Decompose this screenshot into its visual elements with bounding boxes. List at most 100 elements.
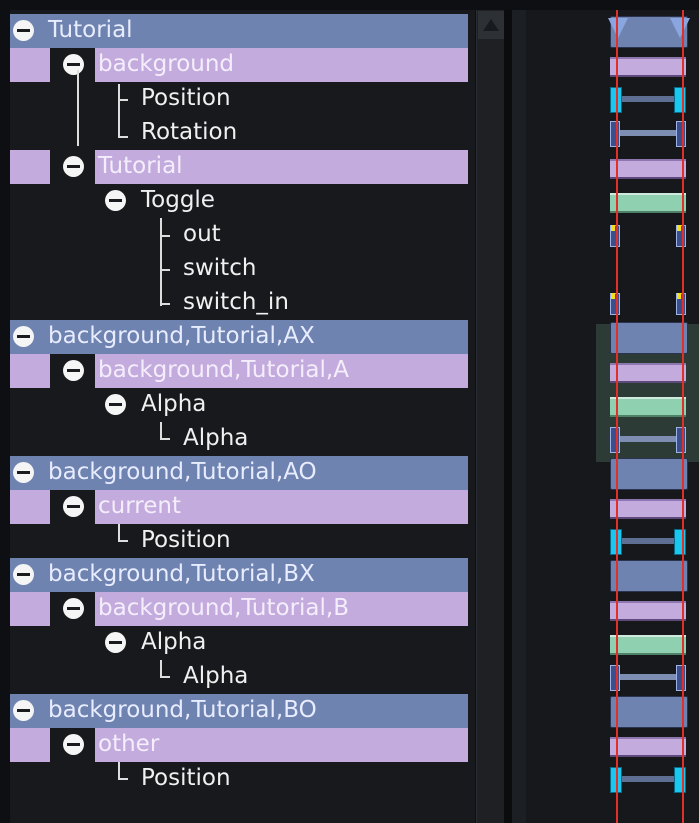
collapse-icon[interactable] (63, 734, 84, 755)
tree-row[interactable]: background,Tutorial,AX (10, 320, 475, 354)
tree-item-label: other (98, 731, 160, 757)
collapse-icon[interactable] (13, 462, 34, 483)
tree-row[interactable]: background,Tutorial,BO (10, 694, 475, 728)
collapse-icon[interactable] (63, 360, 84, 381)
time-cursor (682, 10, 684, 823)
keyframe-marker (608, 18, 628, 38)
tree-row[interactable]: Alpha (10, 388, 475, 422)
timeline-group-bar (610, 458, 688, 490)
tree-row[interactable]: Rotation (10, 116, 475, 150)
collapse-icon[interactable] (13, 326, 34, 347)
tree-item-label: Alpha (141, 629, 207, 655)
tree-item-label: background,Tutorial,AO (48, 459, 317, 485)
collapse-icon[interactable] (105, 632, 126, 653)
keyframe (676, 427, 686, 453)
tree-item-label: Toggle (141, 187, 215, 213)
tree-item-label: out (183, 221, 221, 247)
tree-item-label: Position (141, 765, 231, 791)
tree-connector (118, 540, 128, 542)
tree-row[interactable]: background,Tutorial,BX (10, 558, 475, 592)
parameters-panel: Tutorial background Position Rotation Tutori… (0, 0, 699, 823)
tree-connector (118, 99, 128, 101)
layer-row-band (10, 48, 50, 82)
timetrack[interactable] (512, 10, 699, 823)
tree-connector (160, 235, 170, 237)
tree-row[interactable]: switch_in (10, 286, 475, 320)
tree-row[interactable]: Alpha (10, 660, 475, 694)
keyframe (610, 665, 620, 691)
keyframe (676, 121, 686, 147)
tree-connector (160, 438, 170, 440)
tree-row[interactable]: background,Tutorial,B (10, 592, 475, 626)
collapse-icon[interactable] (63, 496, 84, 517)
tree-item-label: background,Tutorial,BO (48, 697, 317, 723)
tree-row[interactable]: background (10, 48, 475, 82)
collapse-icon[interactable] (63, 54, 84, 75)
keyframe-marker (670, 18, 690, 38)
tree-row[interactable]: switch (10, 252, 475, 286)
tree-connector (160, 676, 170, 678)
timeline-group-bar (610, 696, 688, 728)
time-cursor (616, 10, 618, 823)
tree-item-label: background (98, 51, 235, 77)
timeline-interval (612, 130, 678, 136)
tree-scrollbar[interactable] (476, 10, 505, 823)
keyframe (674, 87, 686, 113)
tree-item-label: background,Tutorial,A (98, 357, 349, 383)
timeline-layer-bar (610, 159, 686, 179)
tree-item-label: Alpha (183, 425, 249, 451)
layer-row-band (10, 150, 50, 184)
tree-row[interactable]: Alpha (10, 626, 475, 660)
timeline-layer-bar (610, 737, 686, 757)
scroll-up-button[interactable] (478, 11, 504, 39)
tree-row[interactable]: Position (10, 524, 475, 558)
tree-row[interactable]: Position (10, 82, 475, 116)
tree-connector (118, 136, 128, 138)
timeline-layer-bar (610, 57, 686, 77)
keyframe-flag (611, 293, 615, 299)
keyframe-flag (677, 293, 681, 299)
tree-item-label: Alpha (183, 663, 249, 689)
tree-item-label: switch (183, 255, 257, 281)
tree-row[interactable]: Tutorial (10, 150, 475, 184)
layer-row-band (10, 354, 50, 388)
collapse-icon[interactable] (105, 190, 126, 211)
keyframe (610, 427, 620, 453)
tree-item-label: Alpha (141, 391, 207, 417)
tree-row[interactable]: Position (10, 762, 475, 796)
timeline-layer-bar (610, 363, 686, 383)
tree-connector (77, 70, 79, 146)
tree-row[interactable]: other (10, 728, 475, 762)
tree-row[interactable]: Toggle (10, 184, 475, 218)
tree-row[interactable]: background,Tutorial,AO (10, 456, 475, 490)
tree-item-label: current (98, 493, 181, 519)
collapse-icon[interactable] (63, 156, 84, 177)
tree-row[interactable]: out (10, 218, 475, 252)
tree-row[interactable]: current (10, 490, 475, 524)
timetrack-gutter (512, 10, 526, 823)
tree-item-label: switch_in (183, 289, 289, 315)
collapse-icon[interactable] (13, 564, 34, 585)
collapse-icon[interactable] (13, 20, 34, 41)
tree-connector (160, 269, 170, 271)
collapse-icon[interactable] (13, 700, 34, 721)
tree-connector (160, 303, 170, 305)
layer-row-band (10, 728, 50, 762)
tree-row[interactable]: background,Tutorial,A (10, 354, 475, 388)
layer-row-band (10, 490, 50, 524)
timeline-group-bar (610, 560, 688, 592)
panel-splitter[interactable] (504, 10, 512, 823)
timeline-interval (612, 436, 678, 442)
timeline-alpha-bar (610, 397, 686, 417)
keyframe (674, 529, 686, 555)
keyframe (610, 121, 620, 147)
tree-item-label: Tutorial (98, 153, 183, 179)
tree-item-label: Position (141, 527, 231, 553)
collapse-icon[interactable] (105, 394, 126, 415)
tree-item-label: Position (141, 85, 231, 111)
tree-row[interactable]: Tutorial (10, 14, 475, 48)
tree-row[interactable]: Alpha (10, 422, 475, 456)
keyframe (676, 665, 686, 691)
layer-row-band (10, 592, 50, 626)
collapse-icon[interactable] (63, 598, 84, 619)
